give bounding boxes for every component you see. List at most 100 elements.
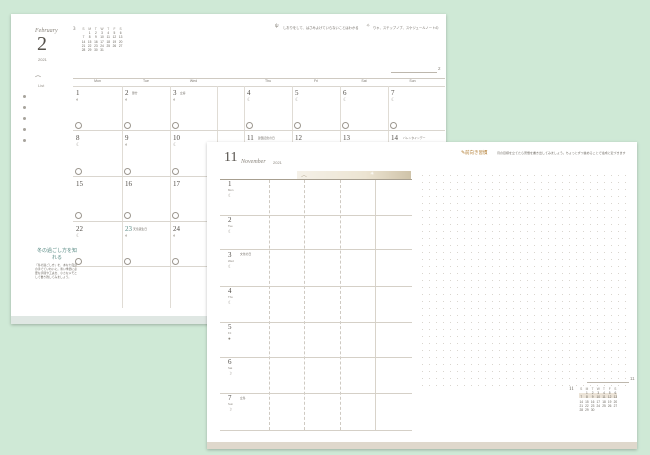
moon-phase-icon: ◐ — [125, 233, 129, 239]
habit-circle[interactable] — [172, 168, 179, 175]
memo-text-left: しおりをして、はさみよけていらないことはわかる — [283, 26, 359, 30]
month-number: 11 — [224, 150, 238, 165]
habit-circle[interactable] — [294, 122, 301, 129]
month-script-label: November — [241, 159, 266, 165]
day-number: 14 — [391, 134, 398, 142]
moon-phase-icon: ◐ — [125, 142, 129, 148]
day-number: 7 — [228, 394, 232, 402]
mini-calendar-date: 28 — [579, 408, 584, 413]
day-divider — [220, 430, 412, 431]
habit-circle[interactable] — [75, 122, 82, 129]
weekday-label: Fri — [228, 331, 232, 335]
habit-circle[interactable] — [124, 122, 131, 129]
weekday-header-fri: Fri — [313, 79, 319, 83]
day-number: 8 — [76, 134, 80, 142]
habit-circle[interactable] — [124, 212, 131, 219]
weekday-label: Thu — [228, 295, 233, 299]
habit-circle[interactable] — [124, 258, 131, 265]
mini-calendar-date — [118, 48, 123, 52]
mini-calendar-date — [596, 408, 601, 412]
day-number: 2 — [125, 89, 129, 97]
month-tab-marker: 2 — [438, 66, 441, 71]
week-divider — [73, 176, 217, 177]
day-number: 13 — [343, 134, 350, 142]
column-divider — [170, 86, 171, 308]
habit-circle[interactable] — [124, 168, 131, 175]
moon-phase-icon: ☾ — [391, 97, 396, 103]
moon-phase-icon: ☾ — [173, 142, 178, 148]
mini-calendar-date — [106, 48, 111, 52]
column-divider — [122, 86, 123, 308]
day-number: 3 — [173, 89, 177, 97]
mini-calendar-date — [112, 48, 117, 52]
month-number: 2 — [37, 33, 47, 55]
mini-calendar-date: 29 — [87, 48, 92, 53]
day-number: 17 — [173, 180, 180, 188]
habit-circle[interactable] — [390, 122, 397, 129]
mini-calendar-date — [607, 408, 612, 412]
habit-circle[interactable] — [172, 212, 179, 219]
utensil-icon: ψ — [275, 23, 279, 29]
weekday-header-sat: Sat — [361, 79, 367, 83]
habit-circle[interactable] — [172, 122, 179, 129]
moon-phase-icon: ● — [228, 336, 231, 341]
day-number: 5 — [228, 323, 232, 331]
moon-phase-icon: ☾ — [295, 97, 300, 103]
header-band — [297, 171, 411, 179]
page-bottom-band — [207, 442, 637, 449]
tab-line — [587, 382, 629, 383]
day-number: 22 — [76, 225, 83, 233]
mini-calendar-month: 3 — [73, 27, 76, 32]
day-number: 11 — [247, 134, 254, 142]
day-number: 23 — [125, 225, 132, 233]
mini-calendar-date: 30 — [94, 48, 98, 53]
mini-calendar-month: 11 — [569, 387, 574, 392]
moon-phase-icon: ◐ — [76, 97, 80, 103]
weekday-label: Wed — [228, 259, 234, 263]
chevron-up-icon[interactable]: ︿ — [301, 170, 307, 179]
weekday-header-tue: Tue — [143, 79, 149, 83]
moon-phase-icon: ☾ — [228, 229, 233, 234]
day-number: 12 — [295, 134, 302, 142]
info-text: 「冬の過ごし方」を、あなた自身の手でていねいに。寒い季節に必要な手間や工夫を、小… — [35, 263, 77, 279]
moon-phase-icon: ☾ — [228, 193, 233, 198]
day-number: 9 — [125, 134, 129, 142]
day-number: 16 — [125, 180, 132, 188]
header-rule — [220, 179, 412, 180]
day-divider — [220, 249, 412, 250]
weekday-label: Sun — [228, 402, 233, 406]
day-number: 6 — [343, 89, 347, 97]
habit-section-title: 前向き習慣 — [465, 150, 488, 155]
day-number: 10 — [173, 134, 180, 142]
day-number: 7 — [391, 89, 395, 97]
day-divider — [220, 357, 412, 358]
weekday-header-sun: Sun — [409, 79, 416, 83]
moon-phase-icon: ◐ — [125, 97, 129, 103]
habit-circle[interactable] — [75, 168, 82, 175]
list-bullet — [23, 128, 26, 131]
habit-section-note: 月の目標を立てたら習慣を書き出してみましょう。ちょっとずつ進めることで達成に近づ… — [497, 151, 626, 155]
habit-circle[interactable] — [75, 212, 82, 219]
habit-circle[interactable] — [342, 122, 349, 129]
mini-calendar-date: 30 — [590, 408, 595, 413]
weekday-label: Mon — [228, 188, 234, 192]
habit-circle[interactable] — [246, 122, 253, 129]
day-note: 天皇誕生日 — [133, 227, 147, 231]
month-tab-marker: 11 — [630, 376, 635, 381]
list-bullet — [23, 139, 26, 142]
day-divider — [220, 215, 412, 216]
sun-icon: ✳ — [370, 171, 375, 177]
day-note: 建国記念の日 — [258, 136, 275, 140]
weekday-header-wed: Wed — [189, 79, 198, 83]
day-divider — [220, 286, 412, 287]
habit-circle[interactable] — [172, 258, 179, 265]
arch-icon: ⌒ — [35, 77, 42, 83]
dot-grid-area[interactable] — [419, 172, 629, 387]
mini-calendar-date — [602, 408, 607, 412]
info-title: 冬の過ごし方を知れる — [36, 248, 77, 261]
mini-calendar: S M T W T F S 1 2 3 4 5 6 7 8 9 10 11 12 13 14 15 16 17 18 19 20 21… — [579, 387, 618, 412]
day-divider — [220, 322, 412, 323]
day-number: 3 — [228, 251, 232, 259]
info-box: 冬の過ごし方を知れる 「冬の過ごし方」を、あなた自身の手でていねいに。寒い季節に… — [35, 248, 79, 279]
mini-calendar: S M T W T F S 1 2 3 4 5 6 7 8 9 10 11 12 13 14 15 16 17 18 19 20 21… — [81, 27, 123, 52]
